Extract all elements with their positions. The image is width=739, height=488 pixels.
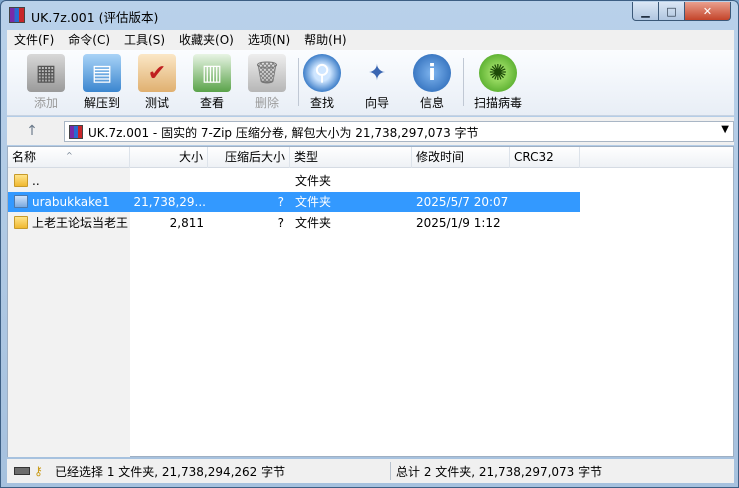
menu-options[interactable]: 选项(N) <box>241 30 297 50</box>
row-type: 文件夹 <box>295 195 332 209</box>
extract-to-label: 解压到 <box>83 96 120 110</box>
trash-icon: 🗑 <box>248 54 286 92</box>
winrar-app-icon[interactable] <box>9 7 25 23</box>
address-dropdown-icon[interactable]: ▼ <box>721 124 729 135</box>
menu-commands[interactable]: 命令(C) <box>61 30 117 50</box>
add-button[interactable]: ▦ 添加 <box>20 54 72 111</box>
virus-scan-label: 扫描病毒 <box>473 96 522 110</box>
row-packed: ? <box>277 216 284 230</box>
info-label: 信息 <box>419 96 444 110</box>
menu-help[interactable]: 帮助(H) <box>297 30 353 50</box>
find-label: 查找 <box>309 96 334 110</box>
folder-icon <box>14 216 28 229</box>
row-type: 文件夹 <box>295 174 332 188</box>
row-packed: ? <box>277 195 284 209</box>
row-size: 21,738,29... <box>133 195 206 209</box>
column-type[interactable]: 类型 <box>290 147 412 168</box>
row-size: 2,811 <box>169 216 204 230</box>
menu-tools[interactable]: 工具(S) <box>117 30 172 50</box>
key-icon[interactable]: ⚷ <box>34 464 50 478</box>
row-name: .. <box>32 174 40 188</box>
find-button[interactable]: ⚲ 查找 <box>296 54 348 111</box>
table-row-selected[interactable]: urabukkake1 21,738,29... ? 文件夹 2025/5/7 … <box>8 192 580 212</box>
menu-bar: 文件(F) 命令(C) 工具(S) 收藏夹(O) 选项(N) 帮助(H) <box>7 30 734 50</box>
row-size <box>130 171 204 191</box>
file-list[interactable]: 名称 ^ 大小 压缩后大小 类型 修改时间 CRC32 .. 文件夹 urabu… <box>7 146 734 457</box>
row-modified: 2025/5/7 20:07 <box>416 195 509 209</box>
close-button[interactable]: ✕ <box>684 2 731 21</box>
table-row[interactable]: .. 文件夹 <box>8 171 580 191</box>
status-total: 总计 2 文件夹, 21,738,297,073 字节 <box>396 465 603 479</box>
extract-folder-icon: ▤ <box>83 54 121 92</box>
test-clipboard-icon: ✔ <box>138 54 176 92</box>
folder-blue-icon <box>14 195 28 208</box>
row-crc <box>515 213 575 233</box>
view-label: 查看 <box>199 96 224 110</box>
wizard-label: 向导 <box>364 96 389 110</box>
status-selection: 已经选择 1 文件夹, 21,738,294,262 字节 <box>55 465 286 479</box>
wizard-wand-icon: ✦ <box>367 60 387 86</box>
row-packed <box>208 171 284 191</box>
delete-label: 删除 <box>254 96 279 110</box>
address-text: UK.7z.001 - 固实的 7-Zip 压缩分卷, 解包大小为 21,738… <box>88 126 479 140</box>
test-button[interactable]: ✔ 测试 <box>131 54 183 111</box>
table-row[interactable]: 上老王论坛当老王 2,811 ? 文件夹 2025/1/9 1:12 <box>8 213 580 233</box>
title-bar[interactable]: UK.7z.001 (评估版本) ▁ □ ✕ <box>1 1 738 29</box>
column-packed-size[interactable]: 压缩后大小 <box>208 147 290 168</box>
drive-icon[interactable] <box>14 467 30 475</box>
column-size[interactable]: 大小 <box>130 147 208 168</box>
column-crc32[interactable]: CRC32 <box>510 147 580 168</box>
status-bar: ⚷ 已经选择 1 文件夹, 21,738,294,262 字节 总计 2 文件夹… <box>7 459 734 483</box>
list-header: 名称 ^ 大小 压缩后大小 类型 修改时间 CRC32 <box>8 147 733 168</box>
view-button[interactable]: ▥ 查看 <box>186 54 238 111</box>
magnifier-icon: ⚲ <box>303 54 341 92</box>
row-crc <box>515 192 575 212</box>
folder-up-icon <box>14 174 28 187</box>
virus-scan-icon: ✺ <box>479 54 517 92</box>
info-icon: i <box>413 54 451 92</box>
wizard-button[interactable]: ✦ 向导 <box>351 54 403 111</box>
menu-file[interactable]: 文件(F) <box>7 30 61 50</box>
row-type: 文件夹 <box>295 216 332 230</box>
archive-icon <box>69 125 83 139</box>
row-crc <box>515 171 575 191</box>
row-name: urabukkake1 <box>32 195 110 209</box>
column-name-label: 名称 <box>12 150 37 164</box>
extract-to-button[interactable]: ▤ 解压到 <box>76 54 128 111</box>
maximize-button[interactable]: □ <box>658 2 685 21</box>
toolbar: ▦ 添加 ▤ 解压到 ✔ 测试 ▥ 查看 🗑 删除 ⚲ 查找 ✦ 向导 i 信息… <box>7 50 734 116</box>
address-bar: ↑ UK.7z.001 - 固实的 7-Zip 压缩分卷, 解包大小为 21,7… <box>7 117 734 145</box>
sort-ascending-icon: ^ <box>66 151 73 160</box>
menu-favorites[interactable]: 收藏夹(O) <box>172 30 241 50</box>
add-label: 添加 <box>33 96 58 110</box>
delete-button[interactable]: 🗑 删除 <box>241 54 293 111</box>
app-window: UK.7z.001 (评估版本) ▁ □ ✕ 文件(F) 命令(C) 工具(S)… <box>0 0 739 488</box>
column-name[interactable]: 名称 ^ <box>8 147 130 168</box>
test-label: 测试 <box>144 96 169 110</box>
window-title: UK.7z.001 (评估版本) <box>31 10 159 25</box>
status-divider <box>390 462 391 480</box>
info-button[interactable]: i 信息 <box>406 54 458 111</box>
toolbar-separator <box>463 58 464 106</box>
virus-scan-button[interactable]: ✺ 扫描病毒 <box>468 54 528 111</box>
address-field[interactable]: UK.7z.001 - 固实的 7-Zip 压缩分卷, 解包大小为 21,738… <box>64 121 734 142</box>
column-modified[interactable]: 修改时间 <box>412 147 510 168</box>
up-folder-button[interactable]: ↑ <box>17 120 47 142</box>
row-modified: 2025/1/9 1:12 <box>416 216 501 230</box>
view-book-icon: ▥ <box>193 54 231 92</box>
row-modified <box>416 171 510 191</box>
row-name: 上老王论坛当老王 <box>32 216 129 230</box>
add-icon: ▦ <box>27 54 65 92</box>
minimize-button[interactable]: ▁ <box>632 2 659 21</box>
